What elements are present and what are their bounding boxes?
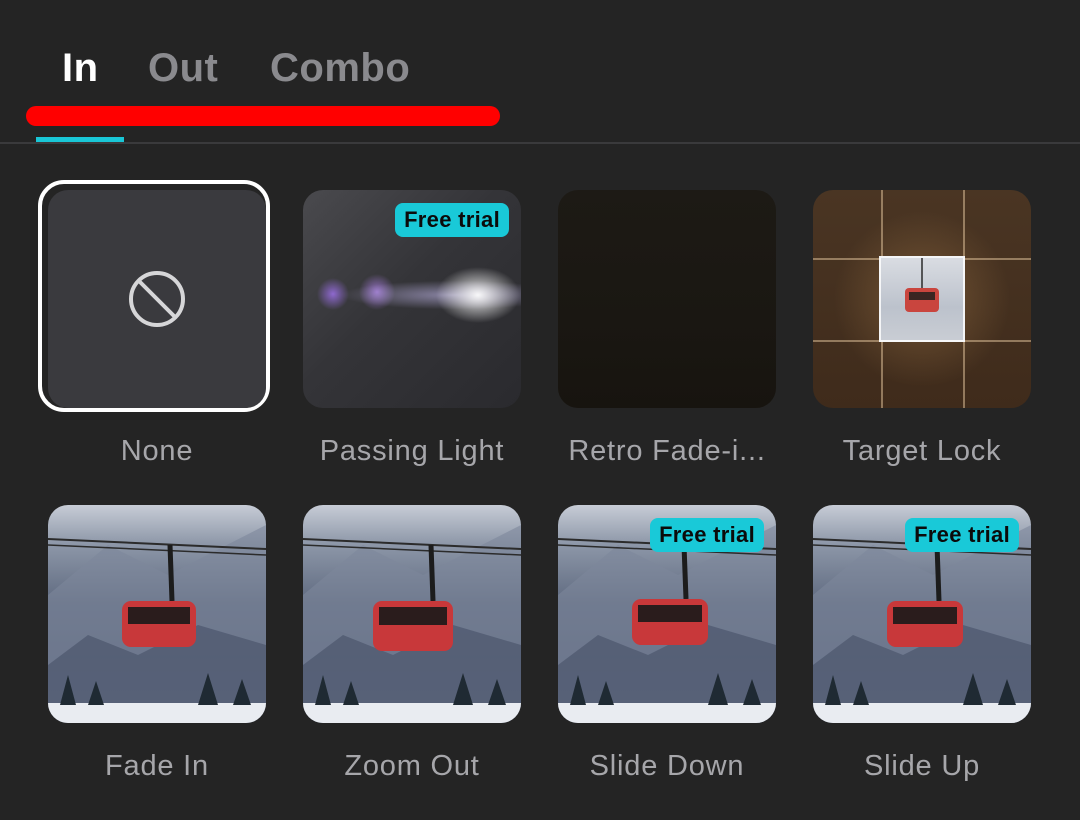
tab-out[interactable]: Out	[148, 46, 218, 91]
effect-thumbnail	[303, 505, 521, 723]
tab-in[interactable]: In	[62, 46, 99, 91]
free-trial-badge: Free trial	[395, 203, 509, 237]
effect-thumbnail	[813, 190, 1031, 408]
effect-label: Slide Down	[589, 750, 745, 782]
effect-item-retro-fade-in[interactable]: Retro Fade-i...	[558, 190, 776, 467]
annotation-highlight-underline	[26, 106, 500, 126]
target-frame	[879, 256, 965, 342]
effect-label: Slide Up	[863, 750, 980, 782]
free-trial-badge: Free trial	[905, 518, 1019, 552]
effect-tab-bar: In Out Combo	[0, 0, 1080, 144]
gondola-scene	[48, 525, 266, 723]
effect-label: Target Lock	[842, 435, 1002, 467]
tab-combo[interactable]: Combo	[270, 46, 410, 91]
effect-label: Fade In	[105, 750, 209, 782]
effect-label: Passing Light	[319, 435, 505, 467]
effect-item-target-lock[interactable]: Target Lock	[813, 190, 1031, 467]
effect-thumbnail	[48, 505, 266, 723]
effect-thumbnail	[558, 190, 776, 408]
effect-item-slide-up[interactable]: Free trial Slide Up	[813, 505, 1031, 782]
effect-item-none[interactable]: None	[38, 180, 270, 467]
effect-label: Zoom Out	[344, 750, 480, 782]
effect-label: None	[120, 435, 194, 467]
effect-item-slide-down[interactable]: Free trial Slide Down	[558, 505, 776, 782]
none-icon	[129, 271, 185, 327]
free-trial-badge: Free trial	[650, 518, 764, 552]
effect-label: Retro Fade-i...	[568, 435, 766, 467]
effect-thumbnail: Free trial	[558, 505, 776, 723]
effect-thumbnail	[48, 190, 266, 408]
tabs-divider	[0, 142, 1080, 144]
effect-item-zoom-out[interactable]: Zoom Out	[303, 505, 521, 782]
gondola-scene	[303, 525, 521, 723]
effect-thumbnail: Free trial	[813, 505, 1031, 723]
effect-item-fade-in[interactable]: Fade In	[48, 505, 266, 782]
effect-item-passing-light[interactable]: Free trial Passing Light	[303, 190, 521, 467]
effect-thumbnail: Free trial	[303, 190, 521, 408]
